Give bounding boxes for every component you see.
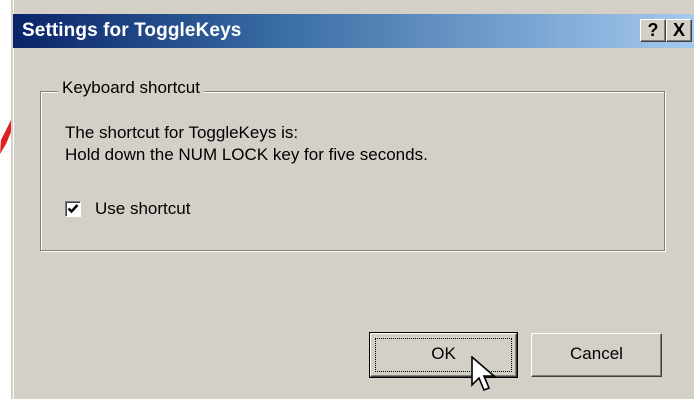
groupbox-label: Keyboard shortcut <box>58 78 204 98</box>
close-button[interactable]: X <box>666 19 692 42</box>
description-line-1: The shortcut for ToggleKeys is: <box>65 123 299 142</box>
mouse-pointer-icon <box>471 356 497 392</box>
use-shortcut-label[interactable]: Use shortcut <box>95 199 190 219</box>
cancel-button-label: Cancel <box>570 344 623 363</box>
cancel-button[interactable]: Cancel <box>531 333 662 377</box>
togglekeys-settings-dialog: Settings for ToggleKeys ? X Keyboard sho… <box>11 0 694 399</box>
screenshot-stage: Settings for ToggleKeys ? X Keyboard sho… <box>0 0 694 399</box>
keyboard-shortcut-groupbox <box>40 91 665 251</box>
help-button[interactable]: ? <box>640 19 666 42</box>
use-shortcut-checkbox[interactable] <box>65 201 81 217</box>
use-shortcut-row[interactable]: Use shortcut <box>65 198 190 220</box>
check-icon <box>67 204 79 214</box>
window-title: Settings for ToggleKeys <box>22 20 242 41</box>
shortcut-description: The shortcut for ToggleKeys is: Hold dow… <box>65 122 428 166</box>
description-line-2: Hold down the NUM LOCK key for five seco… <box>65 145 428 164</box>
title-bar[interactable]: Settings for ToggleKeys ? X <box>13 14 694 48</box>
